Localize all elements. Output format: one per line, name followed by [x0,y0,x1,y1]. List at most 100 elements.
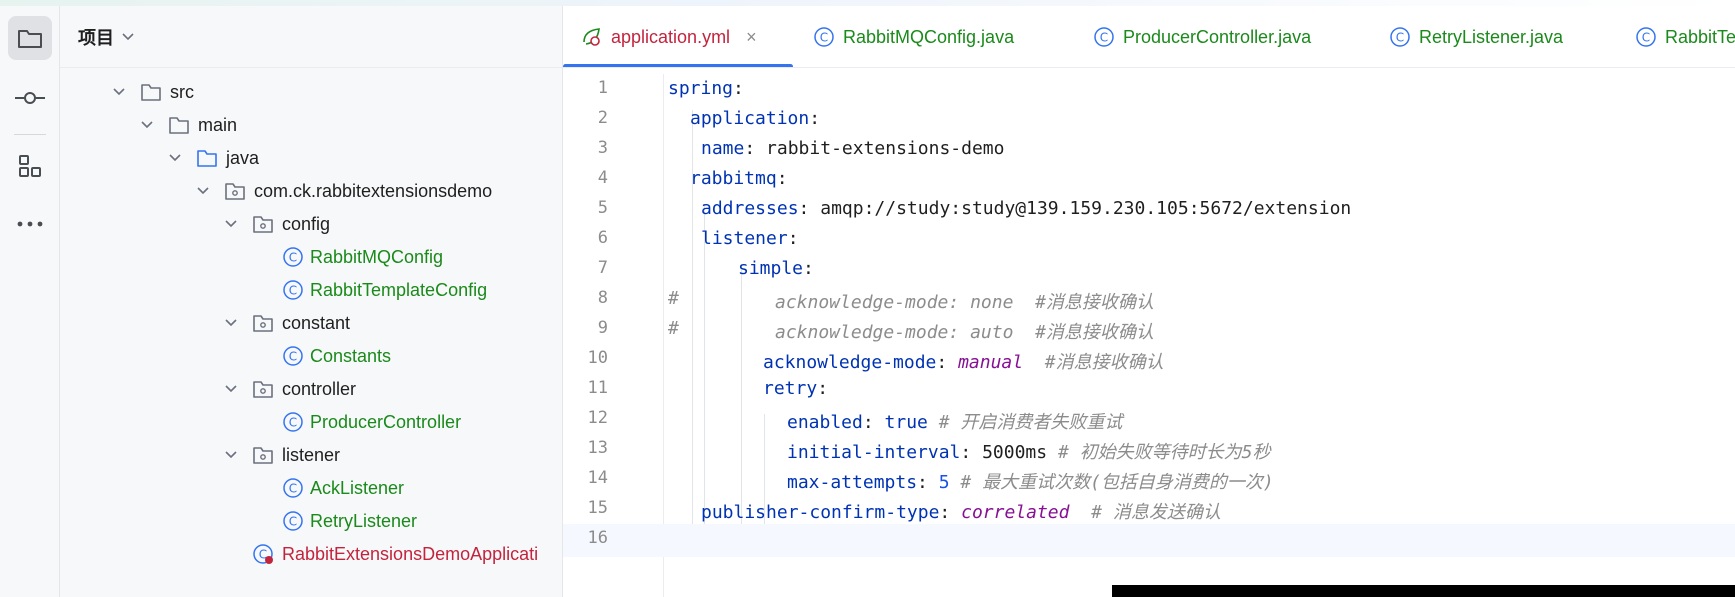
yaml-sep: : [817,378,829,399]
commit-icon [15,92,45,104]
commented-line: acknowledge-mode: auto #消息接收确认 [775,322,1154,343]
folder-icon [169,117,189,134]
yaml-sep: : [787,228,799,249]
spring-boot-class-icon: C [253,544,273,564]
chevron-down-icon[interactable] [224,316,238,330]
tab-label: RabbitMQConfig.java [843,26,1015,47]
class-icon: C [283,280,303,300]
tree-item-package-root[interactable]: com.ck.rabbitextensionsdemo [60,173,548,209]
line-number: 11 [587,378,608,398]
line-number: 16 [587,528,608,548]
folder-icon [141,84,161,101]
chevron-down-icon[interactable] [224,382,238,396]
tree-item-config[interactable]: config [60,206,548,242]
svg-text:C: C [289,515,297,529]
chevron-down-icon[interactable] [224,217,238,231]
tree-item-producercontroller[interactable]: C ProducerController [60,404,548,440]
line-number: 4 [597,168,608,188]
tab-rabbitmqconfig[interactable]: C RabbitMQConfig.java [813,6,1015,67]
project-tool-button[interactable] [8,16,52,60]
tree-item-listener[interactable]: listener [60,437,548,473]
svg-text:C: C [1100,31,1108,45]
tree-item-java[interactable]: java [60,140,548,176]
yaml-sep: : [809,108,821,129]
close-icon[interactable]: × [746,27,757,48]
yaml-enum-value: manual [958,352,1024,373]
yaml-sep: : [733,78,744,99]
tree-item-label: RabbitMQConfig [310,247,444,267]
chevron-down-icon[interactable] [140,118,154,132]
more-tool-button[interactable] [8,202,52,246]
yaml-sep: : [936,352,959,373]
package-icon [253,381,273,398]
class-icon: C [814,27,834,47]
project-panel-header[interactable]: 项目 [60,6,562,68]
tree-item-constant[interactable]: constant [60,305,548,341]
code-line: 15 publisher-confirm-type: correlated # … [563,494,1735,527]
code-line: 2 application: [563,104,1735,137]
chevron-down-icon[interactable] [112,85,126,99]
chevron-down-icon[interactable] [122,32,134,41]
class-icon: C [283,412,303,432]
yaml-file-icon [583,28,600,46]
tree-item-rabbittemplateconfig[interactable]: C RabbitTemplateConfig [60,272,548,308]
code-line: 14 max-attempts: 5 # 最大重试次数(包括自身消费的一次) [563,464,1735,497]
line-number: 9 [597,318,608,338]
tree-item-label: AckListener [310,478,405,498]
tree-item-acklistener[interactable]: C AckListener [60,470,548,506]
tree-item-constants[interactable]: C Constants [60,338,548,374]
yaml-comment: # 开启消费者失败重试 [938,412,1123,433]
editor-tab-bar: application.yml × C RabbitMQConfig.java … [563,6,1735,68]
tab-label: ProducerController.java [1123,26,1312,47]
svg-text:C: C [1396,31,1404,45]
line-number: 3 [597,138,608,158]
yaml-key: spring [668,78,734,99]
tree-item-label: Constants [310,346,392,366]
tab-application-yml[interactable]: application.yml × [581,6,757,67]
yaml-key: listener [701,228,788,249]
tree-item-main-application[interactable]: C RabbitExtensionsDemoApplicati [60,536,548,572]
yaml-enum-value: correlated [961,502,1070,523]
class-icon: C [283,247,303,267]
overlay-bar [1112,585,1735,597]
chevron-down-icon[interactable] [224,448,238,462]
tab-label: RabbitTe [1665,26,1735,47]
code-line: 13 initial-interval: 5000ms # 初始失败等待时长为5… [563,434,1735,467]
tree-item-main[interactable]: main [60,107,548,143]
chevron-down-icon[interactable] [168,151,182,165]
yaml-comment: # 初始失败等待时长为5秒 [1057,442,1271,463]
tree-item-label: java [226,148,260,168]
line-number: 6 [597,228,608,248]
tree-item-label: config [282,214,331,234]
line-number: 1 [597,78,608,98]
code-line: 9 # acknowledge-mode: auto #消息接收确认 [563,314,1735,347]
chevron-down-icon[interactable] [196,184,210,198]
active-tab-indicator [563,64,793,67]
tree-item-controller[interactable]: controller [60,371,548,407]
yaml-value: 5000ms [982,442,1048,463]
code-editor[interactable]: 1 spring: 2 application: 3 name: rabbit-… [563,74,1735,597]
code-line: 6 listener: [563,224,1735,257]
line-number: 7 [597,258,608,278]
tree-item-rabbitmqconfig[interactable]: C RabbitMQConfig [60,239,548,275]
yaml-sep: : [803,258,814,279]
tree-item-label: RabbitTemplateConfig [310,280,488,300]
yaml-sep: : [960,442,983,463]
comment-hash: # [668,288,679,309]
package-icon [253,315,273,332]
yaml-sep: : [798,198,821,219]
structure-icon [19,155,41,177]
yaml-key: rabbitmq [690,168,777,189]
tree-item-retrylistener[interactable]: C RetryListener [60,503,548,539]
editor: application.yml × C RabbitMQConfig.java … [562,6,1735,597]
structure-tool-button[interactable] [8,144,52,188]
commit-tool-button[interactable] [8,76,52,120]
tree-item-src[interactable]: src [60,74,548,110]
tab-label: application.yml [611,26,731,47]
class-icon: C [283,511,303,531]
tab-retrylistener[interactable]: C RetryListener.java [1389,6,1563,67]
class-icon: C [1094,27,1114,47]
tab-producercontroller[interactable]: C ProducerController.java [1093,6,1312,67]
tab-rabbittemplateconfig[interactable]: C RabbitTe [1635,6,1735,67]
yaml-sep: : [862,412,885,433]
